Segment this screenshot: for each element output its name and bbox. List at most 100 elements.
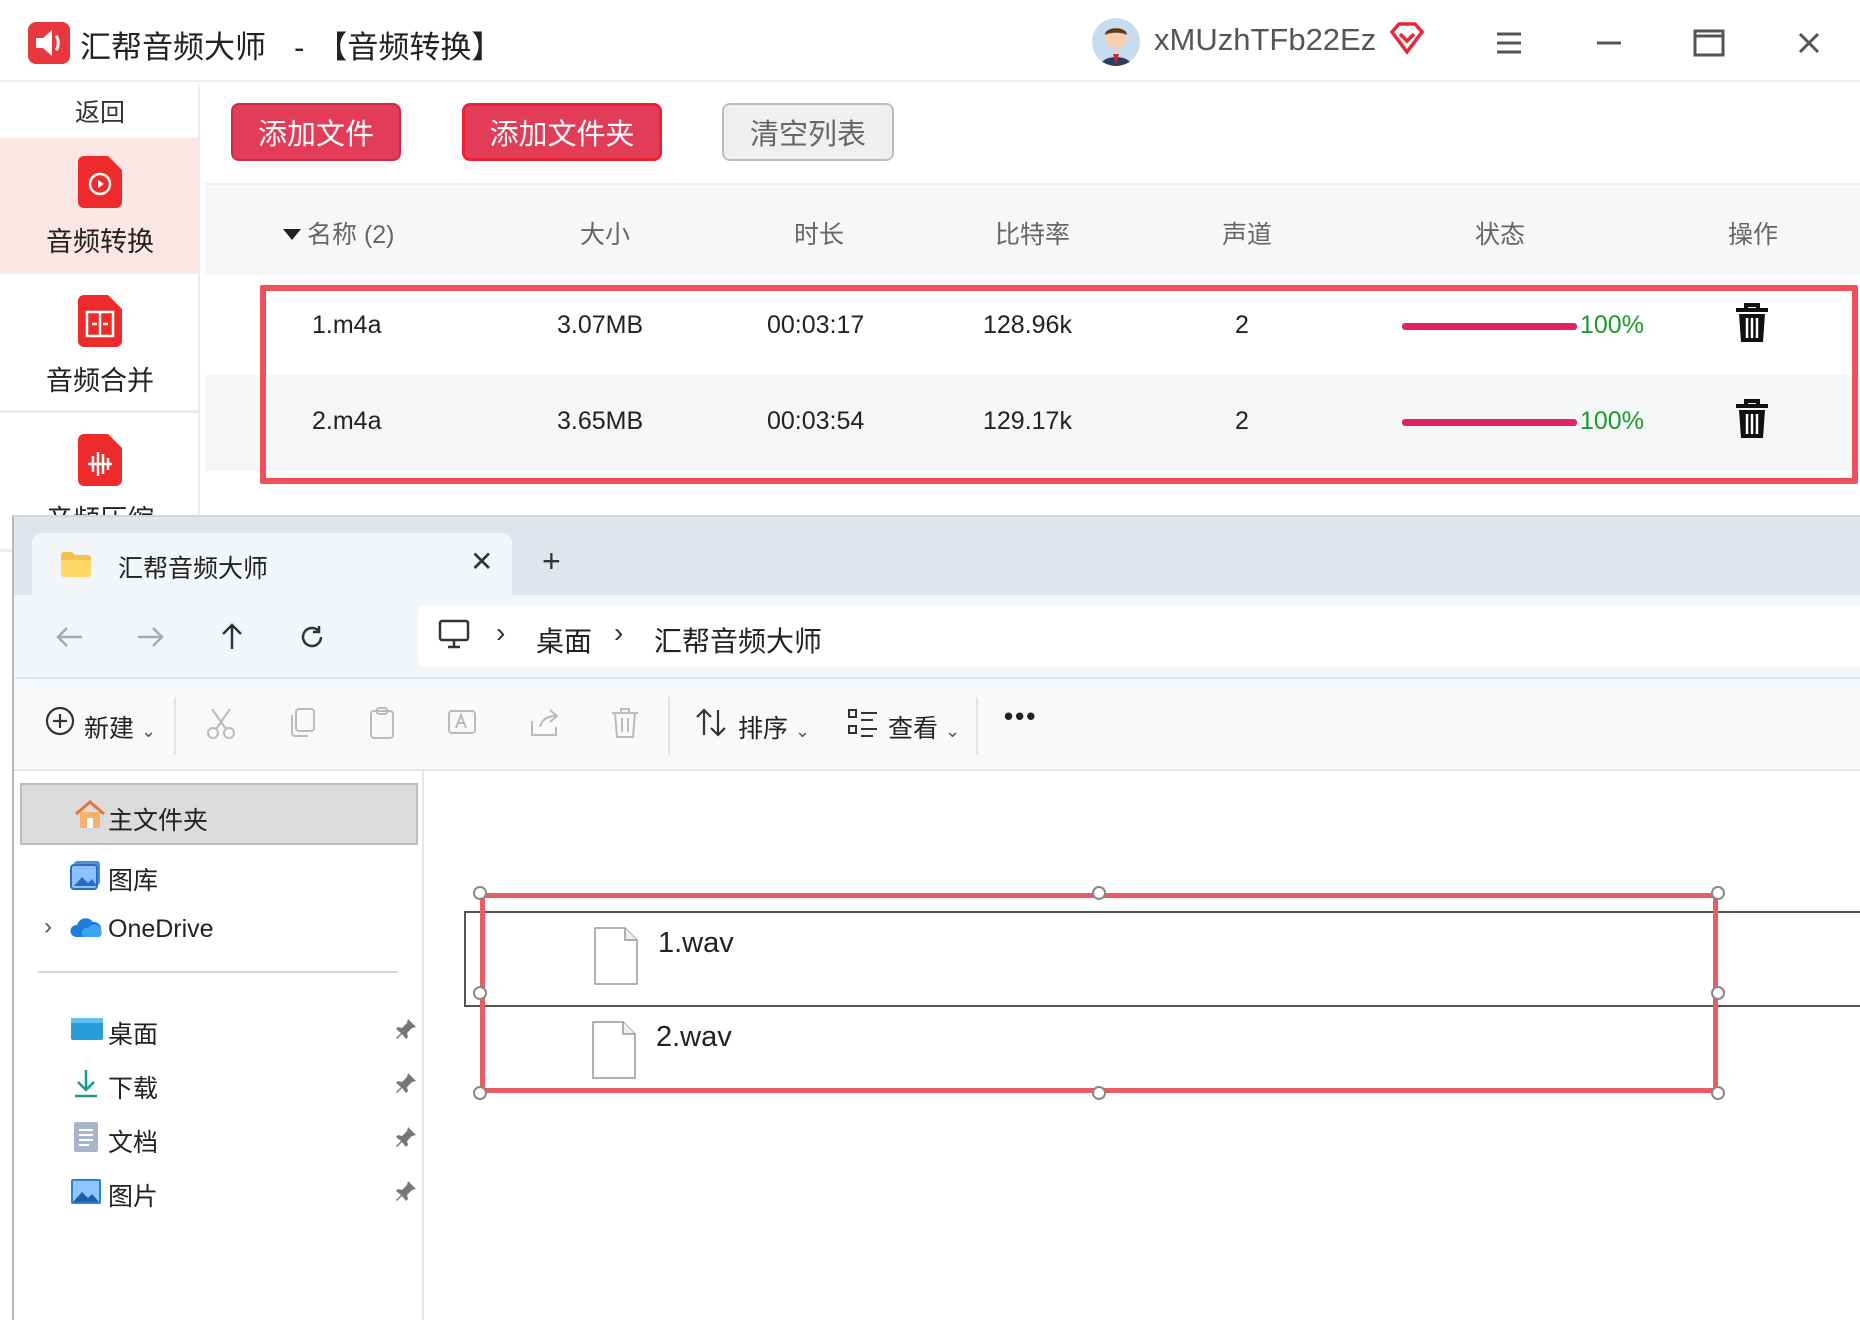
add-file-button[interactable]: 添加文件 xyxy=(231,103,401,161)
sort-down-icon xyxy=(283,229,301,240)
explorer-tabstrip: 汇帮音频大师 ✕ + xyxy=(14,517,1860,595)
more-options-button[interactable]: ••• xyxy=(1004,701,1037,732)
address-bar[interactable]: › 桌面 › 汇帮音频大师 xyxy=(418,605,1860,667)
close-icon[interactable] xyxy=(1784,18,1834,68)
chevron-right-icon[interactable]: › xyxy=(44,913,52,941)
chevron-right-icon: › xyxy=(496,617,506,648)
app-sidebar: 返回 音频转换 音频合并 音频压缩 xyxy=(0,84,200,552)
plus-circle-icon[interactable] xyxy=(44,705,80,741)
chevron-down-icon: ⌄ xyxy=(140,721,157,741)
speaker-logo-icon xyxy=(28,22,70,64)
explorer-tab[interactable]: 汇帮音频大师 ✕ xyxy=(32,533,512,595)
nav-item-label: OneDrive xyxy=(108,915,214,943)
nav-item-downloads[interactable]: 下载 xyxy=(20,1053,418,1115)
nav-item-label: 主文件夹 xyxy=(108,807,209,835)
nav-item-desktop[interactable]: 桌面 xyxy=(20,999,418,1061)
file-explorer-window: 汇帮音频大师 ✕ + › 桌面 › 汇帮音频大师 新建 ⌄ 排序 ⌄ 查看 ⌄ … xyxy=(12,515,1860,1320)
explorer-navigation-pane: 主文件夹 图库 › OneDrive 桌面 下载 文档 图片 xyxy=(14,771,424,1320)
sidebar-item-audio-merge[interactable]: 音频合并 xyxy=(0,277,200,413)
breadcrumb-desktop[interactable]: 桌面 xyxy=(536,620,592,660)
minimize-icon[interactable] xyxy=(1584,18,1634,68)
nav-item-gallery[interactable]: 图库 xyxy=(20,845,418,907)
command-separator xyxy=(174,697,176,755)
column-header-action: 操作 xyxy=(1728,221,1779,249)
nav-item-onedrive[interactable]: › OneDrive xyxy=(20,899,418,961)
view-button[interactable]: 查看 ⌄ xyxy=(888,709,960,745)
app-titlebar: 汇帮音频大师 - 【音频转换】 xMUzhTFb22Ez xyxy=(0,0,1860,82)
explorer-file-list: 1.wav 时 大 2.wav 时 大 xyxy=(424,771,1860,1320)
column-header-channels[interactable]: 声道 xyxy=(1222,215,1272,251)
nav-divider xyxy=(38,971,398,973)
command-separator xyxy=(668,697,670,755)
chevron-down-icon: ⌄ xyxy=(794,721,811,741)
add-folder-button[interactable]: 添加文件夹 xyxy=(462,103,662,161)
column-header-duration[interactable]: 时长 xyxy=(794,215,844,251)
document-icon xyxy=(72,1121,104,1153)
forward-arrow-icon[interactable] xyxy=(128,615,172,659)
share-icon[interactable] xyxy=(528,705,564,741)
resize-handle[interactable] xyxy=(1092,886,1106,900)
nav-item-label: 下载 xyxy=(108,1075,159,1103)
menu-icon[interactable] xyxy=(1484,18,1534,68)
nav-item-documents[interactable]: 文档 xyxy=(20,1107,418,1169)
nav-item-label: 图片 xyxy=(108,1183,159,1211)
cut-scissors-icon[interactable] xyxy=(204,705,240,741)
explorer-navbar: › 桌面 › 汇帮音频大师 xyxy=(14,595,1860,677)
audio-merge-icon xyxy=(78,295,122,347)
resize-handle[interactable] xyxy=(1711,886,1725,900)
column-header-bitrate[interactable]: 比特率 xyxy=(995,215,1070,251)
column-header-size[interactable]: 大小 xyxy=(580,215,630,251)
clear-list-button[interactable]: 清空列表 xyxy=(722,103,894,161)
view-list-icon[interactable] xyxy=(846,705,882,741)
resize-handle[interactable] xyxy=(473,986,487,1000)
new-button[interactable]: 新建 ⌄ xyxy=(84,709,156,745)
nav-item-label: 图库 xyxy=(108,867,159,895)
vip-diamond-icon[interactable] xyxy=(1388,20,1426,58)
nav-item-home[interactable]: 主文件夹 xyxy=(20,783,418,845)
app-title: 汇帮音频大师 - 【音频转换】 xyxy=(80,30,503,65)
resize-handle[interactable] xyxy=(473,886,487,900)
folder-icon xyxy=(60,551,92,577)
copy-icon[interactable] xyxy=(286,705,322,741)
gallery-icon xyxy=(70,859,102,891)
audio-compress-icon xyxy=(78,434,122,486)
column-header-name[interactable]: 名称 (2) xyxy=(283,215,395,251)
user-avatar[interactable] xyxy=(1092,18,1140,66)
maximize-icon[interactable] xyxy=(1684,18,1734,68)
nav-item-label: 文档 xyxy=(108,1129,159,1157)
chevron-right-icon: › xyxy=(614,617,624,648)
file-table-header: 名称 (2) 大小 时长 比特率 声道 状态 操作 xyxy=(205,183,1860,275)
sort-arrows-icon[interactable] xyxy=(694,705,730,741)
pin-icon[interactable] xyxy=(396,1017,418,1041)
up-arrow-icon[interactable] xyxy=(210,615,254,659)
new-tab-plus-icon[interactable]: + xyxy=(542,543,561,580)
sidebar-item-label: 音频合并 xyxy=(46,366,154,396)
sort-button[interactable]: 排序 ⌄ xyxy=(738,709,810,745)
pin-icon[interactable] xyxy=(396,1179,418,1203)
breadcrumb-folder[interactable]: 汇帮音频大师 xyxy=(654,620,822,660)
chevron-down-icon: ⌄ xyxy=(944,721,961,741)
highlight-rectangle xyxy=(260,285,1858,484)
back-button[interactable]: 返回 xyxy=(0,84,200,138)
resize-handle[interactable] xyxy=(1711,1086,1725,1100)
refresh-icon[interactable] xyxy=(290,615,334,659)
username[interactable]: xMUzhTFb22Ez xyxy=(1154,22,1376,58)
pin-icon[interactable] xyxy=(396,1071,418,1095)
paste-clipboard-icon[interactable] xyxy=(366,705,402,741)
tab-close-icon[interactable]: ✕ xyxy=(470,545,493,578)
tab-title: 汇帮音频大师 xyxy=(118,555,269,583)
download-arrow-icon xyxy=(70,1067,102,1099)
nav-item-pictures[interactable]: 图片 xyxy=(20,1161,418,1223)
back-arrow-icon[interactable] xyxy=(48,615,92,659)
pictures-icon xyxy=(70,1175,102,1207)
sidebar-item-label: 音频转换 xyxy=(46,227,154,257)
resize-handle[interactable] xyxy=(473,1086,487,1100)
resize-handle[interactable] xyxy=(1092,1086,1106,1100)
computer-monitor-icon xyxy=(438,619,470,654)
resize-handle[interactable] xyxy=(1711,986,1725,1000)
highlight-rectangle xyxy=(480,893,1718,1093)
delete-icon[interactable] xyxy=(608,705,644,741)
sidebar-item-audio-convert[interactable]: 音频转换 xyxy=(0,138,200,274)
rename-icon[interactable] xyxy=(446,705,482,741)
pin-icon[interactable] xyxy=(396,1125,418,1149)
